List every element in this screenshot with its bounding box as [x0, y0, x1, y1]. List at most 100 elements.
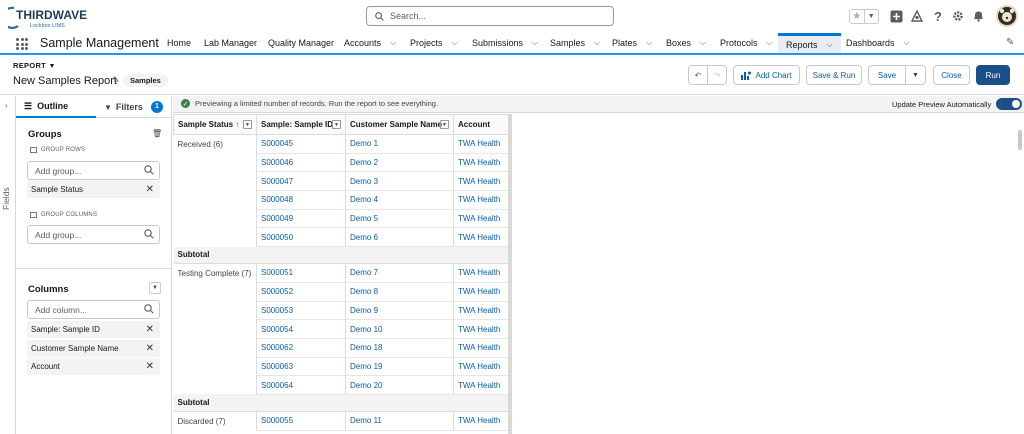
chevron-down-icon[interactable]: ⌵	[827, 40, 833, 50]
remove-icon[interactable]: ✕	[146, 324, 154, 335]
customer-sample-name-cell[interactable]: Demo 20	[345, 375, 454, 395]
customer-sample-name-cell[interactable]: Demo 2	[345, 153, 454, 173]
chevron-down-icon[interactable]: ⌵	[390, 38, 396, 48]
table-scrollbar[interactable]	[508, 114, 512, 434]
customer-sample-name-cell[interactable]: Demo 1	[345, 134, 454, 154]
nav-item-projects[interactable]: Projects ⌵	[410, 33, 458, 53]
chevron-down-icon[interactable]: ⌵	[594, 38, 600, 48]
add-group-columns-input[interactable]: Add group...	[27, 225, 160, 244]
account-cell[interactable]: TWA Health	[453, 282, 509, 302]
sample-id-cell[interactable]: S000064	[256, 375, 346, 395]
chevron-down-icon[interactable]: ▼	[863, 10, 879, 23]
account-cell[interactable]: TWA Health	[453, 153, 509, 173]
customer-sample-name-cell[interactable]: Demo 10	[345, 319, 454, 339]
customer-sample-name-cell[interactable]: Demo 11	[345, 411, 454, 431]
add-icon[interactable]	[889, 9, 903, 23]
sample-id-cell[interactable]: S000045	[256, 134, 346, 154]
sample-id-cell[interactable]: S000063	[256, 357, 346, 377]
save-button[interactable]: Save	[868, 65, 906, 85]
tab-outline[interactable]: ☰ Outline	[16, 96, 96, 118]
account-cell[interactable]: TWA Health	[453, 171, 509, 192]
chevron-right-icon[interactable]: ›	[5, 101, 8, 110]
breadcrumb[interactable]: REPORT ▼	[13, 61, 56, 70]
column-menu-icon[interactable]: ▼	[332, 120, 341, 129]
sample-id-cell[interactable]: S000047	[256, 171, 346, 192]
nav-item-reports[interactable]: Reports ⌵	[778, 33, 841, 53]
nav-item-dashboards[interactable]: Dashboards ⌵	[846, 33, 910, 53]
column-header-sample-id[interactable]: Sample: Sample ID ▼	[256, 114, 346, 135]
add-group-rows-input[interactable]: Add group...	[27, 161, 160, 180]
chevron-down-icon[interactable]: ⌵	[904, 38, 910, 48]
account-cell[interactable]: TWA Health	[453, 301, 509, 321]
redo-button[interactable]: ↷	[707, 65, 727, 85]
columns-menu-dropdown[interactable]: ▼	[149, 282, 161, 294]
customer-sample-name-cell[interactable]: Demo 6	[345, 227, 454, 248]
account-cell[interactable]: TWA Health	[453, 227, 509, 248]
nav-item-submissions[interactable]: Submissions ⌵	[472, 33, 538, 53]
sample-id-cell[interactable]: S000062	[256, 338, 346, 358]
caret-down-icon[interactable]: ▼	[48, 63, 55, 70]
sample-id-cell[interactable]: S000053	[256, 301, 346, 321]
customer-sample-name-cell[interactable]: Demo 7	[345, 263, 454, 283]
run-button[interactable]: Run	[976, 65, 1010, 85]
add-chart-button[interactable]: Add Chart	[733, 65, 800, 85]
account-cell[interactable]: TWA Health	[453, 190, 509, 210]
customer-sample-name-cell[interactable]: Demo 3	[345, 171, 454, 192]
tab-filters[interactable]: ▼ Filters 1	[98, 96, 172, 118]
account-cell[interactable]: TWA Health	[453, 319, 509, 339]
sample-id-cell[interactable]: S000046	[256, 153, 346, 173]
column-header-account[interactable]: Account	[453, 114, 509, 135]
global-search-input[interactable]: Search...	[366, 6, 614, 26]
column-menu-icon[interactable]: ▼	[243, 120, 252, 129]
column-item[interactable]: Customer Sample Name ✕	[27, 340, 160, 357]
save-and-run-button[interactable]: Save & Run	[806, 65, 862, 85]
nav-item-lab-manager[interactable]: Lab Manager	[204, 33, 257, 53]
nav-item-home[interactable]: Home	[167, 33, 191, 53]
nav-item-boxes[interactable]: Boxes ⌵	[666, 33, 706, 53]
sample-id-cell[interactable]: S000051	[256, 263, 346, 283]
update-preview-toggle[interactable]	[996, 98, 1022, 110]
sample-id-cell[interactable]: S000055	[256, 411, 346, 431]
sample-id-cell[interactable]: S000050	[256, 227, 346, 248]
nav-item-quality-manager[interactable]: Quality Manager	[268, 33, 334, 53]
customer-sample-name-cell[interactable]: Demo 4	[345, 190, 454, 210]
bell-icon[interactable]	[971, 9, 985, 23]
chevron-down-icon[interactable]: ⌵	[767, 38, 773, 48]
pencil-icon[interactable]: ✎	[112, 75, 120, 86]
edit-nav-icon[interactable]: ✎	[1006, 37, 1014, 48]
chevron-down-icon[interactable]: ⌵	[452, 38, 458, 48]
sample-id-cell[interactable]: S000052	[256, 282, 346, 302]
remove-icon[interactable]: ✕	[146, 343, 154, 354]
customer-sample-name-cell[interactable]: Demo 5	[345, 209, 454, 229]
help-icon[interactable]: ?	[931, 9, 945, 24]
account-cell[interactable]: TWA Health	[453, 209, 509, 229]
column-item[interactable]: Sample: Sample ID ✕	[27, 321, 160, 338]
sample-id-cell[interactable]: S000048	[256, 190, 346, 210]
company-logo[interactable]: THIRDWAVE Lockbox LIMS	[1, 4, 88, 30]
account-cell[interactable]: TWA Health	[453, 357, 509, 377]
nav-item-plates[interactable]: Plates ⌵	[612, 33, 652, 53]
chevron-down-icon[interactable]: ⌵	[532, 38, 538, 48]
customer-sample-name-cell[interactable]: Demo 9	[345, 301, 454, 321]
star-icon[interactable]: ★	[850, 10, 864, 23]
account-cell[interactable]: TWA Health	[453, 411, 509, 431]
account-cell[interactable]: TWA Health	[453, 263, 509, 283]
save-options-dropdown[interactable]: ▼	[905, 65, 926, 85]
column-header-customer-sample-name[interactable]: Customer Sample Name ▼	[345, 114, 454, 135]
chevron-down-icon[interactable]: ⌵	[700, 38, 706, 48]
account-cell[interactable]: TWA Health	[453, 375, 509, 395]
account-cell[interactable]: TWA Health	[453, 134, 509, 154]
column-header-sample-status[interactable]: Sample Status ↑ ▼	[173, 114, 257, 135]
column-menu-icon[interactable]: ▼	[440, 120, 449, 129]
nav-item-samples[interactable]: Samples ⌵	[550, 33, 600, 53]
page-scrollbar[interactable]	[1018, 130, 1022, 150]
nav-item-protocols[interactable]: Protocols ⌵	[720, 33, 773, 53]
sort-ascending-icon[interactable]: ↑	[235, 120, 239, 129]
remove-icon[interactable]: ✕	[146, 361, 154, 372]
gear-icon[interactable]	[951, 9, 965, 23]
favorites-button[interactable]: ★ ▼	[849, 9, 879, 24]
fields-rail[interactable]: › Fields	[0, 96, 16, 434]
chevron-down-icon[interactable]: ⌵	[646, 38, 652, 48]
trash-icon[interactable]: 🗑	[152, 129, 162, 138]
column-item[interactable]: Account ✕	[27, 358, 160, 375]
